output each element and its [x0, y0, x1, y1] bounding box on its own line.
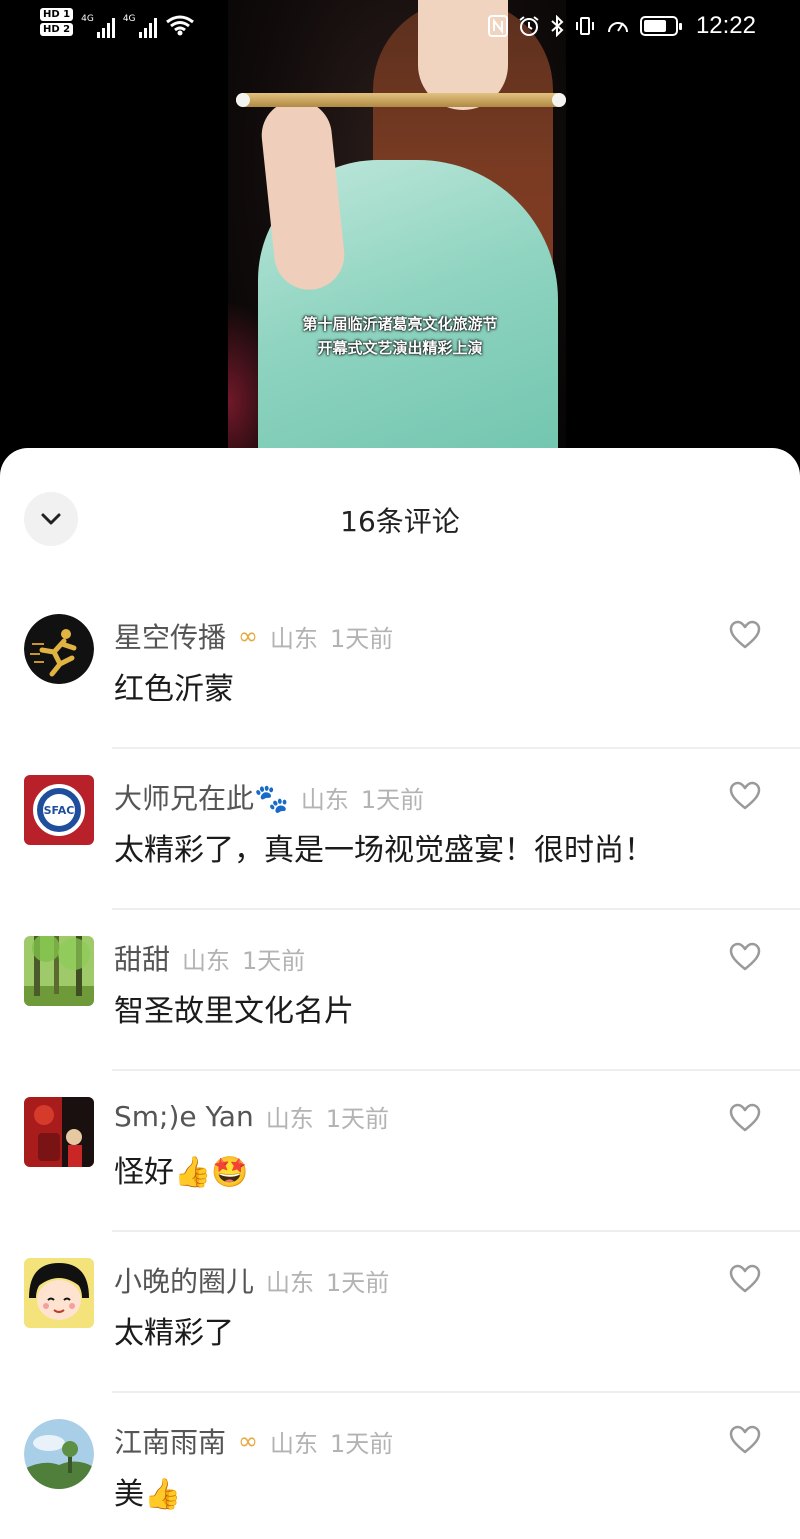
- bluetooth-icon: [551, 15, 564, 37]
- location: 山东: [266, 1268, 315, 1297]
- comment-meta: 大师兄在此🐾 山东 1天前: [114, 777, 424, 817]
- heart-icon[interactable]: [728, 618, 762, 652]
- wifi-icon: [165, 15, 194, 36]
- comment-list[interactable]: 星空传播 ∞ 山东 1天前 红色沂蒙 SFAC 大师兄在此🐾 山东 1天前 太精…: [0, 588, 800, 1539]
- battery-icon: [639, 16, 682, 36]
- comment-count-title: 16条评论: [340, 505, 460, 538]
- location: 山东: [265, 1105, 314, 1133]
- heart-icon[interactable]: [728, 779, 762, 813]
- username[interactable]: 江南雨南: [114, 1421, 226, 1461]
- comment-item[interactable]: SFAC 大师兄在此🐾 山东 1天前 太精彩了，真是一场视觉盛宴！很时尚！: [0, 749, 800, 910]
- vip-badge-icon: ∞: [238, 622, 259, 650]
- video-player[interactable]: 第十届临沂诸葛亮文化旅游节 开幕式文艺演出精彩上演: [0, 0, 800, 470]
- bamboo-flute: [236, 93, 566, 107]
- avatar[interactable]: SFAC: [24, 775, 94, 845]
- comment-meta: 江南雨南 ∞ 山东 1天前: [114, 1421, 393, 1461]
- vip-badge-icon: ∞: [238, 1427, 259, 1455]
- avatar[interactable]: [24, 614, 94, 684]
- caption-line-2: 开幕式文艺演出精彩上演: [317, 339, 483, 357]
- comment-time: 1天前: [326, 1268, 390, 1297]
- sky-trees-avatar-icon: [24, 1419, 94, 1489]
- alarm-icon: [519, 16, 539, 36]
- username[interactable]: 甜甜: [114, 938, 170, 978]
- username[interactable]: 大师兄在此🐾: [114, 777, 289, 817]
- hd-indicator: HD 1 HD 2: [40, 8, 74, 36]
- avatar[interactable]: [24, 936, 94, 1006]
- data-speed-icon: [607, 22, 628, 33]
- heart-icon[interactable]: [728, 1423, 762, 1457]
- svg-text:SFAC: SFAC: [44, 804, 75, 817]
- running-man-avatar-icon: [24, 614, 94, 684]
- location: 山东: [300, 785, 349, 814]
- comment-time: 1天前: [325, 1105, 389, 1133]
- username[interactable]: Sm;)e Yan: [114, 1100, 254, 1133]
- comment-text: 怪好👍🤩: [114, 1155, 249, 1190]
- comment-text: 红色沂蒙: [114, 672, 234, 707]
- forest-avatar-icon: [24, 936, 94, 1006]
- sfac-logo-avatar-icon: SFAC: [24, 775, 94, 845]
- comment-meta: 星空传播 ∞ 山东 1天前: [114, 616, 393, 656]
- comment-item[interactable]: 星空传播 ∞ 山东 1天前 红色沂蒙: [0, 588, 800, 749]
- heart-icon[interactable]: [728, 940, 762, 974]
- comment-item[interactable]: 江南雨南 ∞ 山东 1天前 美👍: [0, 1393, 800, 1539]
- avatar[interactable]: [24, 1419, 94, 1489]
- comment-meta: 甜甜 山东 1天前: [114, 938, 305, 978]
- network-type-2: 4G: [122, 14, 136, 24]
- location: 山东: [270, 1429, 319, 1458]
- heart-icon[interactable]: [728, 1101, 762, 1135]
- video-frame: 第十届临沂诸葛亮文化旅游节 开幕式文艺演出精彩上演: [228, 0, 566, 470]
- heart-icon[interactable]: [728, 1262, 762, 1296]
- username[interactable]: 星空传播: [114, 616, 226, 656]
- comment-item[interactable]: Sm;)e Yan 山东 1天前 怪好👍🤩: [0, 1071, 800, 1232]
- status-time: 12:22: [695, 12, 756, 39]
- comment-text: 美👍: [114, 1477, 182, 1512]
- cartoon-girl-avatar-icon: [24, 1258, 94, 1328]
- network-type-1: 4G: [81, 14, 94, 24]
- avatar[interactable]: [24, 1258, 94, 1328]
- comment-item[interactable]: 甜甜 山东 1天前 智圣故里文化名片: [0, 910, 800, 1071]
- caption-line-1: 第十届临沂诸葛亮文化旅游节: [302, 315, 498, 333]
- comment-sheet: 16条评论 星空传播 ∞ 山东 1天前 红色沂蒙 SFAC 大师兄在此🐾 山东 …: [0, 448, 800, 1539]
- avatar[interactable]: [24, 1097, 94, 1167]
- nfc-icon: [487, 15, 508, 37]
- comment-time: 1天前: [360, 785, 425, 814]
- comment-time: 1天前: [330, 1429, 394, 1458]
- comment-time: 1天前: [242, 946, 306, 975]
- comment-item[interactable]: 小晚的圈儿 山东 1天前 太精彩了: [0, 1232, 800, 1393]
- comment-text: 太精彩了，真是一场视觉盛宴！很时尚！: [114, 833, 654, 868]
- status-bar: HD 1 HD 2 4G 4G 12:22: [0, 0, 800, 56]
- sheet-header: 16条评论: [0, 448, 800, 588]
- location: 山东: [182, 946, 231, 975]
- comment-time: 1天前: [330, 624, 394, 653]
- comment-meta: 小晚的圈儿 山东 1天前: [114, 1260, 389, 1300]
- comment-text: 智圣故里文化名片: [114, 994, 354, 1029]
- comment-meta: Sm;)e Yan 山东 1天前: [114, 1099, 389, 1134]
- hd2-badge: HD 2: [40, 23, 74, 36]
- signal-1-icon: 4G: [81, 14, 115, 38]
- status-right: 12:22: [487, 12, 756, 40]
- status-left: HD 1 HD 2 4G 4G: [40, 8, 195, 38]
- hd1-badge: HD 1: [40, 8, 74, 21]
- username[interactable]: 小晚的圈儿: [114, 1260, 254, 1300]
- location: 山东: [270, 624, 319, 653]
- comment-text: 太精彩了: [114, 1316, 234, 1351]
- red-lantern-avatar-icon: [24, 1097, 94, 1167]
- video-caption: 第十届临沂诸葛亮文化旅游节 开幕式文艺演出精彩上演: [270, 312, 530, 360]
- vibrate-icon: [575, 17, 594, 35]
- signal-2-icon: 4G: [123, 14, 157, 38]
